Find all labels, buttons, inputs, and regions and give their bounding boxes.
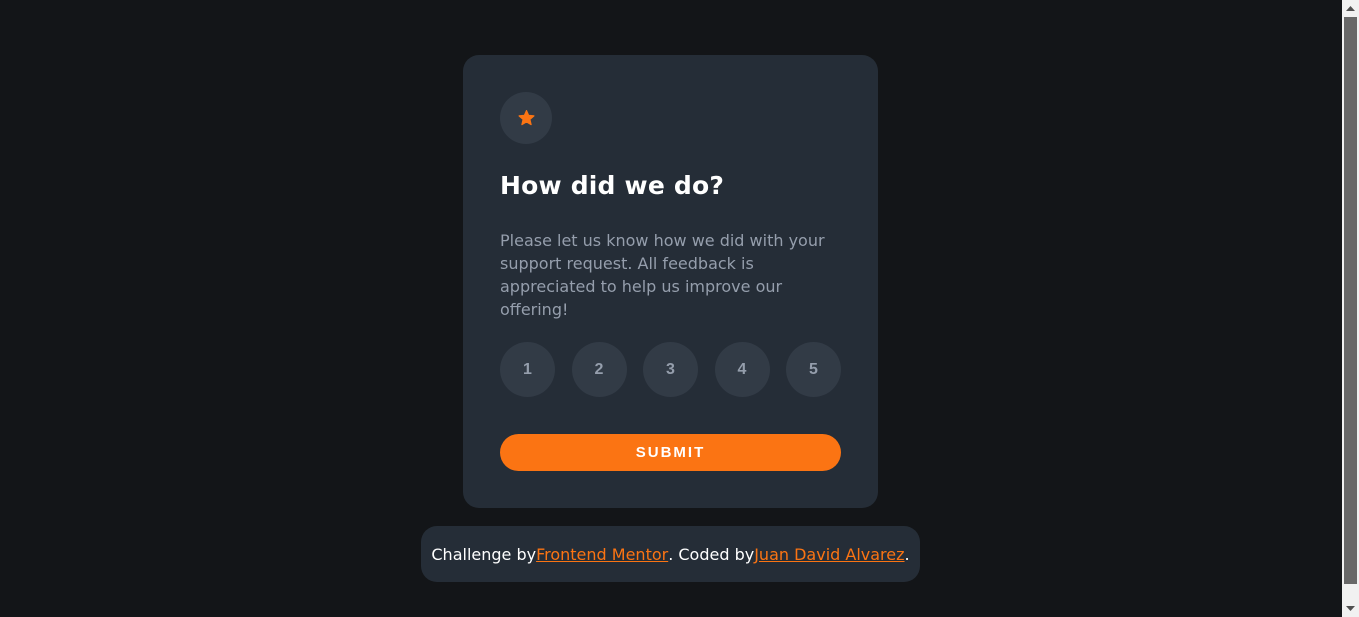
card-title: How did we do? (500, 171, 725, 200)
attribution: Challenge by Frontend Mentor. Coded by Jua… (421, 526, 920, 582)
rating-button-3[interactable]: 3 (643, 342, 698, 397)
attribution-prefix: Challenge by (431, 544, 537, 564)
page: How did we do? Please let us know how we… (0, 0, 1342, 617)
rating-button-5[interactable]: 5 (786, 342, 841, 397)
frontend-mentor-link[interactable]: Frontend Mentor (536, 545, 668, 564)
rating-button-4[interactable]: 4 (714, 342, 770, 397)
submit-button[interactable]: SUBMIT (500, 434, 841, 471)
rating-options: 1 2 3 4 5 (500, 342, 841, 397)
author-link[interactable]: Juan David Alvarez (754, 545, 904, 564)
star-icon (518, 110, 534, 126)
rating-button-2[interactable]: 2 (571, 342, 627, 397)
rating-card: How did we do? Please let us know how we… (463, 55, 878, 508)
vertical-scrollbar[interactable] (1342, 0, 1359, 617)
attribution-middle: . Coded by (668, 544, 755, 564)
scroll-down-icon[interactable] (1342, 600, 1359, 617)
attribution-suffix: . (904, 544, 910, 564)
rating-button-1[interactable]: 1 (500, 342, 555, 397)
card-description: Please let us know how we did with your … (500, 231, 825, 319)
scrollbar-thumb[interactable] (1344, 17, 1357, 584)
star-badge (500, 92, 552, 144)
scroll-up-icon[interactable] (1342, 0, 1359, 17)
